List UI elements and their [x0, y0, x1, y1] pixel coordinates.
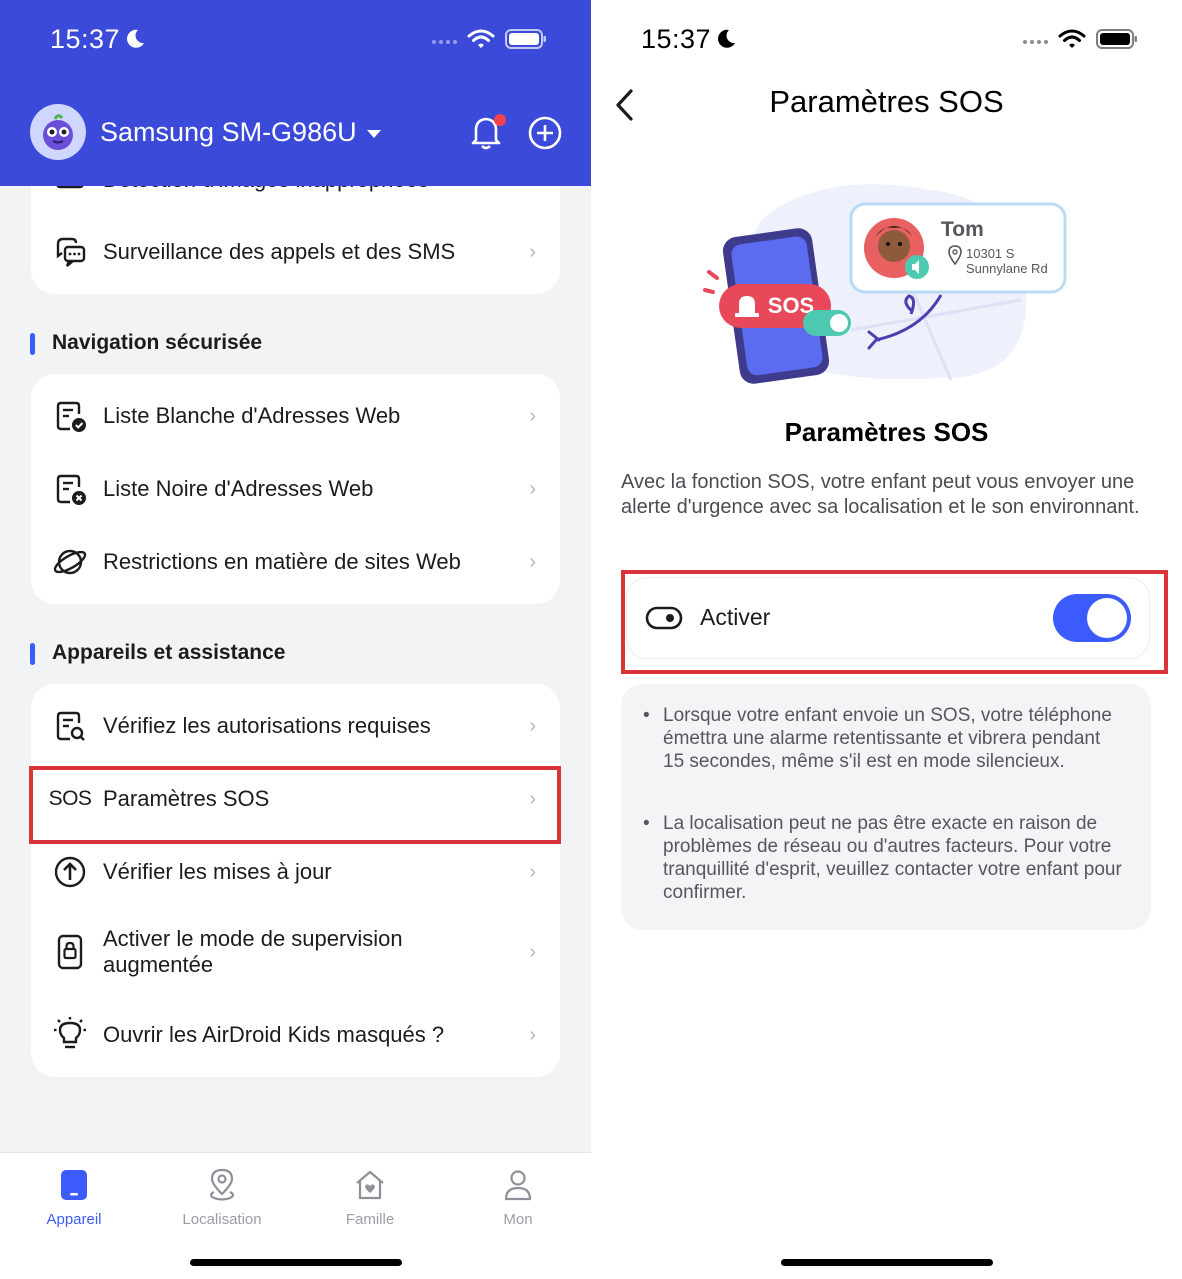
- moon-icon: [124, 26, 146, 57]
- tab-localisation[interactable]: Localisation: [148, 1167, 296, 1228]
- list-item-hidden-airdroid[interactable]: Ouvrir les AirDroid Kids masqués ? ›: [31, 999, 560, 1071]
- list-item-enhanced-supervision[interactable]: Activer le mode de supervision augmentée…: [31, 910, 560, 994]
- tab-label: Localisation: [182, 1211, 262, 1228]
- contact-name: Tom: [941, 218, 984, 241]
- battery-icon: [1096, 28, 1138, 55]
- status-icons: [1023, 28, 1138, 55]
- status-time: 15:37: [50, 24, 146, 57]
- phone-icon: [0, 1167, 148, 1203]
- status-icons: [432, 28, 547, 55]
- list-item-label: Liste Blanche d'Adresses Web: [103, 403, 401, 428]
- planet-icon: [51, 543, 89, 581]
- tab-mon[interactable]: Mon: [444, 1167, 591, 1228]
- chevron-right-icon: ›: [529, 477, 536, 500]
- moon-icon: [715, 26, 737, 57]
- list-item-label: Surveillance des appels et des SMS: [103, 239, 456, 264]
- person-icon: [444, 1167, 591, 1203]
- chevron-right-icon: ›: [529, 240, 536, 263]
- chevron-right-icon: ›: [529, 1023, 536, 1046]
- chevron-right-icon: ›: [529, 860, 536, 883]
- list-item-label: Restrictions en matière de sites Web: [103, 549, 461, 574]
- highlight-frame: [29, 766, 561, 844]
- contact-address-line1: 10301 S: [966, 246, 1015, 261]
- sos-notes: Lorsque votre enfant envoie un SOS, votr…: [621, 684, 1151, 930]
- battery-icon: [505, 28, 547, 55]
- tab-label: Mon: [503, 1211, 533, 1228]
- chevron-right-icon: ›: [529, 714, 536, 737]
- whitelist-icon: [51, 397, 89, 435]
- tab-famille[interactable]: Famille: [296, 1167, 444, 1228]
- signal-icon: [432, 39, 457, 44]
- add-circle-icon[interactable]: [527, 115, 563, 156]
- list-item-whitelist[interactable]: Liste Blanche d'Adresses Web ›: [31, 380, 560, 452]
- list-item-blacklist[interactable]: Liste Noire d'Adresses Web ›: [31, 453, 560, 525]
- bulb-icon: [51, 1016, 89, 1054]
- bell-icon[interactable]: [468, 112, 506, 157]
- device-avatar: [30, 104, 86, 160]
- wifi-icon: [1058, 28, 1086, 55]
- status-time: 15:37: [641, 24, 737, 57]
- sos-illustration: SOS Tom 10301 S Sunnylane Rd: [703, 184, 1067, 384]
- app-header: 15:37 Samsung SM-G986U: [0, 0, 591, 186]
- list-item-website-restrictions[interactable]: Restrictions en matière de sites Web ›: [31, 526, 560, 598]
- list-item-label: Vérifier les mises à jour: [103, 859, 332, 884]
- list-item-label: Liste Noire d'Adresses Web: [103, 476, 374, 501]
- wifi-icon: [467, 28, 495, 55]
- sos-settings-screen: 15:37 Paramètres SOS SOS Tom 10301 S Sun…: [591, 0, 1182, 1279]
- note-item: Lorsque votre enfant envoie un SOS, votr…: [643, 704, 1123, 773]
- caret-down-icon: [366, 130, 381, 138]
- list-item-check-updates[interactable]: Vérifier les mises à jour ›: [31, 836, 560, 908]
- section-title-safe-browsing: Navigation sécurisée: [30, 331, 262, 355]
- device-selector[interactable]: Samsung SM-G986U: [30, 104, 381, 160]
- chevron-right-icon: ›: [529, 940, 536, 963]
- contact-address-line2: Sunnylane Rd: [966, 261, 1048, 276]
- lock-phone-icon: [51, 933, 89, 971]
- chevron-right-icon: ›: [529, 550, 536, 573]
- chevron-right-icon: ›: [529, 404, 536, 427]
- location-pin-icon: [148, 1167, 296, 1203]
- devices-support-card: Vérifiez les autorisations requises › SO…: [31, 684, 560, 1077]
- highlight-frame: [621, 570, 1168, 674]
- list-item-label: Vérifiez les autorisations requises: [103, 713, 431, 738]
- clock-text: 15:37: [641, 24, 712, 54]
- blacklist-icon: [51, 470, 89, 508]
- doc-search-icon: [51, 707, 89, 745]
- chat-bubble-icon: [51, 233, 89, 271]
- signal-icon: [1023, 39, 1048, 44]
- page-title: Paramètres SOS: [784, 417, 989, 447]
- device-screen: Détection d'images inappropriées Surveil…: [0, 0, 591, 1279]
- home-heart-icon: [296, 1167, 444, 1203]
- tab-label: Appareil: [46, 1211, 102, 1228]
- tab-label: Famille: [345, 1211, 395, 1228]
- arrow-up-circle-icon: [51, 853, 89, 891]
- device-name: Samsung SM-G986U: [100, 116, 357, 147]
- list-item-label: Ouvrir les AirDroid Kids masqués ?: [103, 1022, 445, 1047]
- list-item-permissions[interactable]: Vérifiez les autorisations requises ›: [31, 690, 560, 762]
- home-indicator: [190, 1259, 402, 1266]
- nav-title: Paramètres SOS: [769, 84, 1004, 119]
- clock-text: 15:37: [50, 24, 121, 54]
- home-indicator: [781, 1259, 993, 1266]
- list-item-label: Activer le mode de supervision augmentée: [103, 926, 403, 977]
- section-title-devices-support: Appareils et assistance: [30, 641, 285, 665]
- tab-appareil[interactable]: Appareil: [0, 1167, 148, 1228]
- safe-browsing-card: Liste Blanche d'Adresses Web › Liste Noi…: [31, 374, 560, 604]
- list-item-calls-sms[interactable]: Surveillance des appels et des SMS ›: [31, 216, 560, 288]
- note-item: La localisation peut ne pas être exacte …: [643, 812, 1133, 904]
- page-description: Avec la fonction SOS, votre enfant peut …: [621, 471, 1140, 518]
